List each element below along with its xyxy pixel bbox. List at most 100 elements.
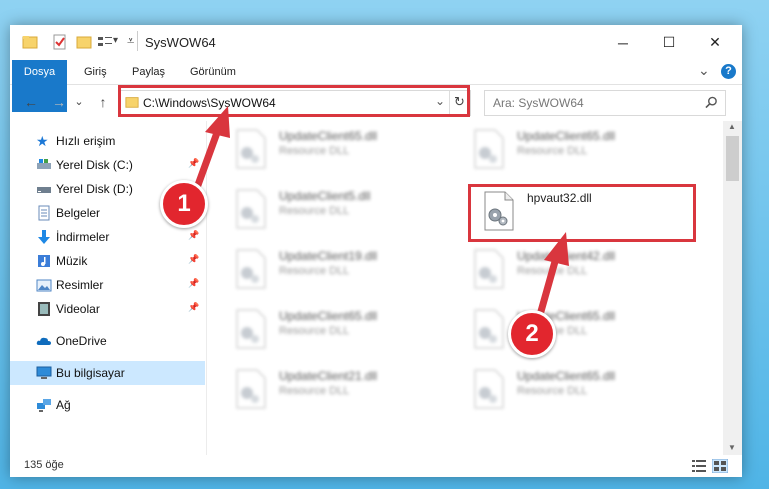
help-icon[interactable]: ? — [721, 64, 736, 79]
file-name: UpdateClient65.dll — [517, 369, 616, 383]
video-icon — [38, 302, 50, 316]
file-type: Resource DLL — [279, 385, 350, 397]
search-box[interactable]: Ara: SysWOW64 — [484, 90, 726, 116]
explorer-window: ▾ ⩡ SysWOW64 ─ ☐ ✕ Dosya Giriş Paylaş Gö… — [10, 25, 742, 477]
tab-share[interactable]: Paylaş — [132, 60, 165, 84]
file-type: Resource DLL — [517, 385, 588, 397]
dll-file-icon — [474, 369, 504, 409]
sidebar-item-label: OneDrive — [56, 334, 107, 348]
file-item[interactable]: UpdateClient65.dll Resource DLL — [235, 127, 455, 179]
customize-qa-icon[interactable] — [97, 34, 113, 50]
dll-file-icon — [236, 369, 266, 409]
file-item[interactable]: UpdateClient65.dll Resource DLL — [473, 307, 693, 359]
dll-file-icon — [474, 249, 504, 289]
recent-locations-button[interactable]: ⌄ — [70, 93, 88, 111]
folder-icon — [125, 97, 139, 108]
new-folder-icon[interactable] — [76, 34, 92, 50]
scrollbar-thumb[interactable] — [726, 136, 739, 181]
forward-button[interactable]: → — [50, 93, 68, 111]
file-name: UpdateClient65.dll — [279, 309, 378, 323]
file-name: UpdateClient65.dll — [279, 129, 378, 143]
drive-icon — [37, 187, 51, 193]
scroll-up-icon[interactable]: ▲ — [728, 122, 736, 131]
file-item[interactable]: UpdateClient21.dll Resource DLL — [235, 367, 455, 419]
qa-dropdown-icon[interactable]: ▾ — [113, 35, 118, 46]
file-item[interactable]: UpdateClient65.dll Resource DLL — [235, 307, 455, 359]
file-list: UpdateClient65.dll Resource DLL UpdateCl… — [207, 121, 723, 455]
sidebar-item-pictures[interactable]: Resimler 📌 — [10, 273, 205, 297]
dll-file-icon — [236, 249, 266, 289]
step-1-badge: 1 — [160, 180, 208, 228]
folder-icon[interactable] — [22, 34, 38, 50]
minimize-button[interactable]: ─ — [600, 25, 646, 60]
file-item[interactable]: UpdateClient42.dll Resource DLL — [473, 247, 693, 299]
file-type: Resource DLL — [517, 265, 588, 277]
up-button[interactable]: ↑ — [94, 93, 112, 111]
file-type: Resource DLL — [279, 325, 350, 337]
address-path[interactable]: C:\Windows\SysWOW64 — [143, 96, 276, 110]
scroll-down-icon[interactable]: ▼ — [728, 443, 736, 452]
address-bar[interactable]: C:\Windows\SysWOW64 ⌄ ↻ — [120, 90, 471, 116]
sidebar-item-quick-access[interactable]: ★ Hızlı erişim — [10, 129, 205, 153]
window-title: SysWOW64 — [145, 35, 216, 50]
sidebar-item-label: Bu bilgisayar — [56, 366, 125, 380]
sidebar-item-onedrive[interactable]: OneDrive — [10, 329, 205, 353]
tab-view[interactable]: Görünüm — [190, 60, 236, 84]
sidebar-item-label: Belgeler — [56, 206, 101, 220]
file-name: hpvaut32.dll — [527, 191, 592, 205]
maximize-button[interactable]: ☐ — [646, 25, 692, 60]
file-item[interactable]: UpdateClient5.dll Resource DLL — [235, 187, 455, 239]
properties-icon[interactable] — [52, 34, 68, 50]
status-bar: 135 öğe — [10, 455, 742, 477]
star-icon: ★ — [36, 133, 49, 149]
pin-icon: 📌 — [188, 230, 200, 240]
ribbon-tabs: Dosya Giriş Paylaş Görünüm ⌄ ? — [10, 60, 742, 112]
search-icon[interactable] — [705, 96, 718, 109]
pictures-icon — [36, 279, 52, 292]
vertical-scrollbar[interactable]: ▲ ▼ — [723, 121, 742, 455]
file-item[interactable]: UpdateClient65.dll Resource DLL — [473, 127, 693, 179]
close-button[interactable]: ✕ — [692, 25, 738, 60]
sidebar-item-label: Ağ — [56, 398, 71, 412]
sidebar-item-label: Videolar — [56, 302, 100, 316]
file-name: UpdateClient65.dll — [517, 129, 616, 143]
file-item[interactable]: UpdateClient19.dll Resource DLL — [235, 247, 455, 299]
file-type: Resource DLL — [279, 205, 350, 217]
dll-file-icon — [236, 189, 266, 229]
pin-icon: 📌 — [188, 302, 200, 312]
sidebar-item-label: Hızlı erişim — [56, 134, 116, 148]
qa-overflow-icon[interactable]: ⩡ — [127, 33, 134, 49]
search-input[interactable]: Ara: SysWOW64 — [493, 96, 584, 110]
sidebar-item-downloads[interactable]: İndirmeler 📌 — [10, 225, 205, 249]
documents-icon — [38, 205, 50, 221]
file-type: Resource DLL — [279, 265, 350, 277]
tiles-view-icon[interactable] — [712, 459, 728, 473]
back-button[interactable]: ← — [22, 93, 40, 111]
file-name: UpdateClient5.dll — [279, 189, 371, 203]
cloud-icon — [36, 337, 51, 345]
sidebar-item-label: Müzik — [56, 254, 88, 268]
computer-icon — [36, 366, 52, 379]
address-dropdown-icon[interactable]: ⌄ — [435, 94, 445, 108]
sidebar-item-videos[interactable]: Videolar 📌 — [10, 297, 205, 321]
dll-file-icon — [484, 191, 514, 231]
pin-icon: 📌 — [188, 254, 200, 264]
sidebar-item-label: İndirmeler — [56, 230, 110, 244]
dll-file-icon — [474, 309, 504, 349]
file-item-hpvaut32[interactable]: hpvaut32.dll — [483, 189, 703, 241]
sidebar-item-this-pc[interactable]: Bu bilgisayar — [10, 361, 205, 385]
dll-file-icon — [236, 309, 266, 349]
tab-home[interactable]: Giriş — [84, 60, 107, 84]
sidebar-item-music[interactable]: Müzik 📌 — [10, 249, 205, 273]
ribbon-collapse-icon[interactable]: ⌄ — [698, 62, 710, 79]
refresh-icon[interactable]: ↻ — [454, 94, 465, 110]
music-icon — [38, 255, 50, 267]
address-divider — [449, 91, 450, 115]
file-type: Resource DLL — [279, 145, 350, 157]
details-view-icon[interactable] — [692, 460, 706, 472]
sidebar-item-network[interactable]: Ağ — [10, 393, 205, 417]
file-item[interactable]: UpdateClient65.dll Resource DLL — [473, 367, 693, 419]
file-type: Resource DLL — [517, 145, 588, 157]
sidebar-item-local-disk-c[interactable]: Yerel Disk (C:) 📌 — [10, 153, 205, 177]
dll-file-icon — [236, 129, 266, 169]
